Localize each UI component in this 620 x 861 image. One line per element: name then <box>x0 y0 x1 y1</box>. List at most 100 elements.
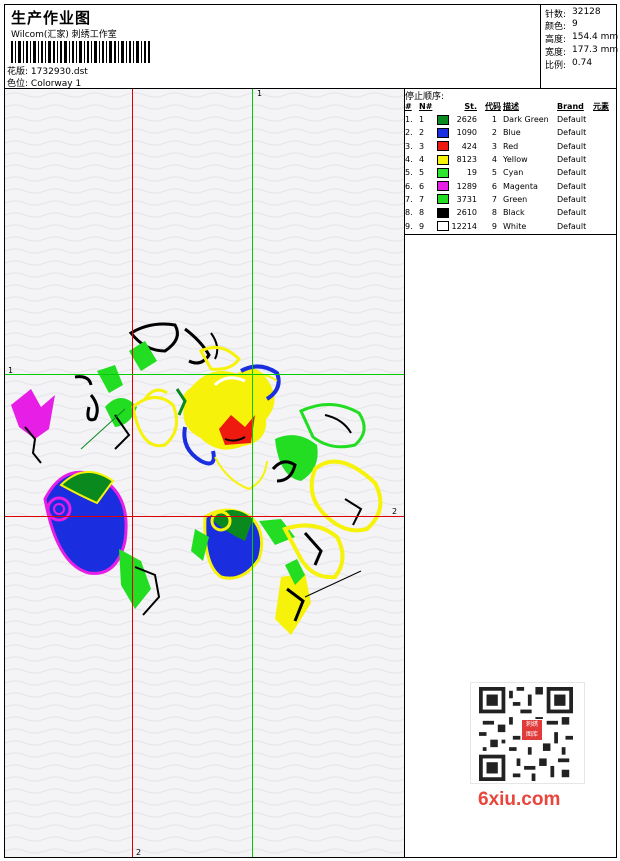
color-swatch-cell <box>437 193 451 206</box>
row-element <box>593 193 615 206</box>
company-name: Wilcom(汇家) 刺绣工作室 <box>11 30 117 40</box>
col-description: 描述 <box>503 102 519 111</box>
row-index: 3. <box>405 141 413 151</box>
row-needle: 9 <box>419 221 425 231</box>
stat-height-value: 154.4 mm <box>572 32 619 42</box>
color-swatch <box>437 181 449 192</box>
table-row: 7. 7 3731 7 Green Default <box>405 193 615 206</box>
row-description: Blue <box>503 128 521 138</box>
col-index: # <box>405 102 412 111</box>
color-swatch-cell <box>437 219 451 232</box>
color-swatch-cell <box>437 140 451 153</box>
color-swatch-cell <box>437 126 451 139</box>
row-brand: Default <box>557 115 587 125</box>
color-swatch <box>437 154 449 165</box>
row-element <box>593 153 615 166</box>
row-stitches: 2626 <box>456 115 477 125</box>
row-element <box>593 126 615 139</box>
row-element <box>593 179 615 192</box>
row-stitches: 19 <box>466 168 477 178</box>
row-code: 6 <box>491 181 497 191</box>
row-brand: Default <box>557 208 587 218</box>
row-element <box>593 113 615 126</box>
color-swatch-cell <box>437 179 451 192</box>
row-stitches: 3731 <box>456 194 477 204</box>
row-brand: Default <box>557 221 587 231</box>
row-index: 7. <box>405 194 413 204</box>
row-description: Dark Green <box>503 115 549 125</box>
row-needle: 2 <box>419 128 425 138</box>
axis-label-h1: 1 <box>8 366 14 375</box>
col-brand: Brand <box>557 102 584 111</box>
row-code: 8 <box>491 208 497 218</box>
stat-width: 宽度: 177.3 mm <box>545 45 619 58</box>
row-stitches: 1289 <box>456 181 477 191</box>
row-code: 3 <box>491 141 497 151</box>
row-description: White <box>503 221 527 231</box>
color-swatch <box>437 194 449 205</box>
row-description: Green <box>503 194 528 204</box>
row-index: 9. <box>405 221 413 231</box>
color-swatch-cell <box>437 153 451 166</box>
color-swatch <box>437 221 449 232</box>
header-left: 生产作业图 Wilcom(汇家) 刺绣工作室 花版: 1732930.dst 色… <box>5 5 540 89</box>
col-stitches: St. <box>464 102 477 111</box>
row-description: Cyan <box>503 168 524 178</box>
stat-colors-value: 9 <box>572 19 578 29</box>
col-code: 代码 <box>485 102 501 111</box>
row-element <box>593 166 615 179</box>
row-needle: 1 <box>419 115 425 125</box>
stop-sequence-table: # N# St. 代码 描述 Brand 元素 1. 1 2626 1 Dark Gre… <box>405 100 615 233</box>
panel-divider <box>405 234 617 235</box>
color-swatch-cell <box>437 206 451 219</box>
table-row: 1. 1 2626 1 Dark Green Default <box>405 113 615 126</box>
row-brand: Default <box>557 155 587 165</box>
row-index: 6. <box>405 181 413 191</box>
stat-width-value: 177.3 mm <box>572 45 619 55</box>
color-swatch <box>437 114 449 125</box>
row-element <box>593 140 615 153</box>
stat-scale: 比例: 0.74 <box>545 58 593 71</box>
table-row: 8. 8 2610 8 Black Default <box>405 206 615 219</box>
row-brand: Default <box>557 128 587 138</box>
design-canvas[interactable]: 1 2 1 2 <box>5 89 404 857</box>
row-brand: Default <box>557 194 587 204</box>
row-description: Black <box>503 208 525 218</box>
axis-label-v1: 1 <box>257 89 263 98</box>
row-element <box>593 219 615 232</box>
row-code: 2 <box>491 128 497 138</box>
row-brand: Default <box>557 141 587 151</box>
row-index: 1. <box>405 115 413 125</box>
table-header-row: # N# St. 代码 描述 Brand 元素 <box>405 100 615 113</box>
watermark-text: 6xiu.com <box>478 789 561 810</box>
row-code: 5 <box>491 168 497 178</box>
col-element: 元素 <box>593 102 609 111</box>
row-brand: Default <box>557 168 587 178</box>
row-code: 9 <box>491 221 497 231</box>
table-row: 4. 4 8123 4 Yellow Default <box>405 153 615 166</box>
stat-colors: 颜色: 9 <box>545 19 578 32</box>
row-needle: 8 <box>419 208 425 218</box>
row-code: 4 <box>491 155 497 165</box>
row-needle: 5 <box>419 168 425 178</box>
color-swatch <box>437 141 449 152</box>
row-needle: 3 <box>419 141 425 151</box>
row-index: 4. <box>405 155 413 165</box>
row-description: Red <box>503 141 519 151</box>
row-stitches: 424 <box>461 141 477 151</box>
stat-height: 高度: 154.4 mm <box>545 32 619 45</box>
row-description: Yellow <box>503 155 528 165</box>
table-row: 5. 5 19 5 Cyan Default <box>405 166 615 179</box>
color-swatch-cell <box>437 113 451 126</box>
row-stitches: 1090 <box>456 128 477 138</box>
row-stitches: 2610 <box>456 208 477 218</box>
color-swatch <box>437 207 449 218</box>
embroidery-preview <box>5 89 404 857</box>
row-needle: 7 <box>419 194 425 204</box>
axis-label-v2: 2 <box>136 848 142 857</box>
stop-sequence-panel: 停止顺序: # N# St. 代码 描述 Brand 元素 1. 1 2626 1 Da… <box>405 89 617 235</box>
color-swatch-cell <box>437 166 451 179</box>
table-row: 9. 9 12214 9 White Default <box>405 219 615 232</box>
page-title: 生产作业图 <box>11 9 92 27</box>
design-stats: 针数: 32128 颜色: 9 高度: 154.4 mm 宽度: 177.3 mm 比例… <box>540 5 618 88</box>
